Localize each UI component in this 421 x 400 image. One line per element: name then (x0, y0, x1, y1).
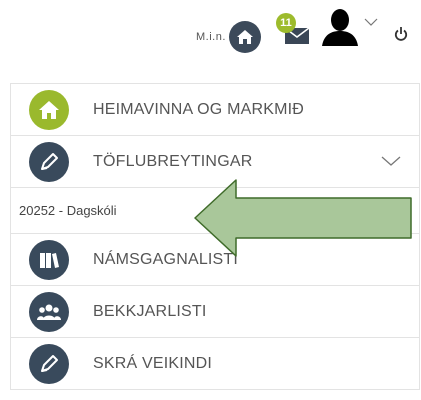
group-icon (29, 291, 69, 332)
chevron-down-icon[interactable] (381, 154, 401, 173)
menu-label: SKRÁ VEIKINDI (93, 354, 213, 372)
chevron-down-icon[interactable] (364, 14, 378, 32)
notification-badge: 11 (276, 13, 296, 33)
menu-label: TÖFLUBREYTINGAR (93, 152, 253, 170)
home-icon (228, 21, 261, 53)
menu-item-book-list[interactable]: NÁMSGAGNALISTI (10, 234, 420, 286)
menu-label: NÁMSGAGNALISTI (93, 250, 239, 268)
power-icon[interactable] (394, 26, 408, 47)
pencil-icon (29, 141, 69, 182)
submenu-label: 20252 - Dagskóli (19, 203, 117, 218)
menu-item-homework[interactable]: HEIMAVINNA OG MARKMIÐ (10, 84, 420, 136)
user-menu-button[interactable] (320, 6, 360, 51)
menu-item-report-illness[interactable]: SKRÁ VEIKINDI (10, 338, 420, 390)
menu-item-class-list[interactable]: BEKKJARLISTI (10, 286, 420, 338)
menu-label: HEIMAVINNA OG MARKMIÐ (93, 100, 305, 118)
min-label: M.i.n. (196, 31, 226, 43)
menu-item-schedule-changes[interactable]: TÖFLUBREYTINGAR (10, 136, 420, 188)
messages-button[interactable]: 11 (274, 13, 312, 51)
submenu-item-dagskoli[interactable]: 20252 - Dagskóli (10, 188, 420, 234)
books-icon (29, 239, 69, 280)
pencil-icon (29, 343, 69, 384)
main-menu: HEIMAVINNA OG MARKMIÐ TÖFLUBREYTINGAR 20… (10, 83, 420, 390)
top-bar: M.i.n. 11 (0, 0, 421, 70)
home-icon (29, 89, 69, 130)
user-icon (320, 9, 360, 50)
min-home-link[interactable]: M.i.n. (196, 20, 261, 54)
menu-label: BEKKJARLISTI (93, 302, 207, 320)
